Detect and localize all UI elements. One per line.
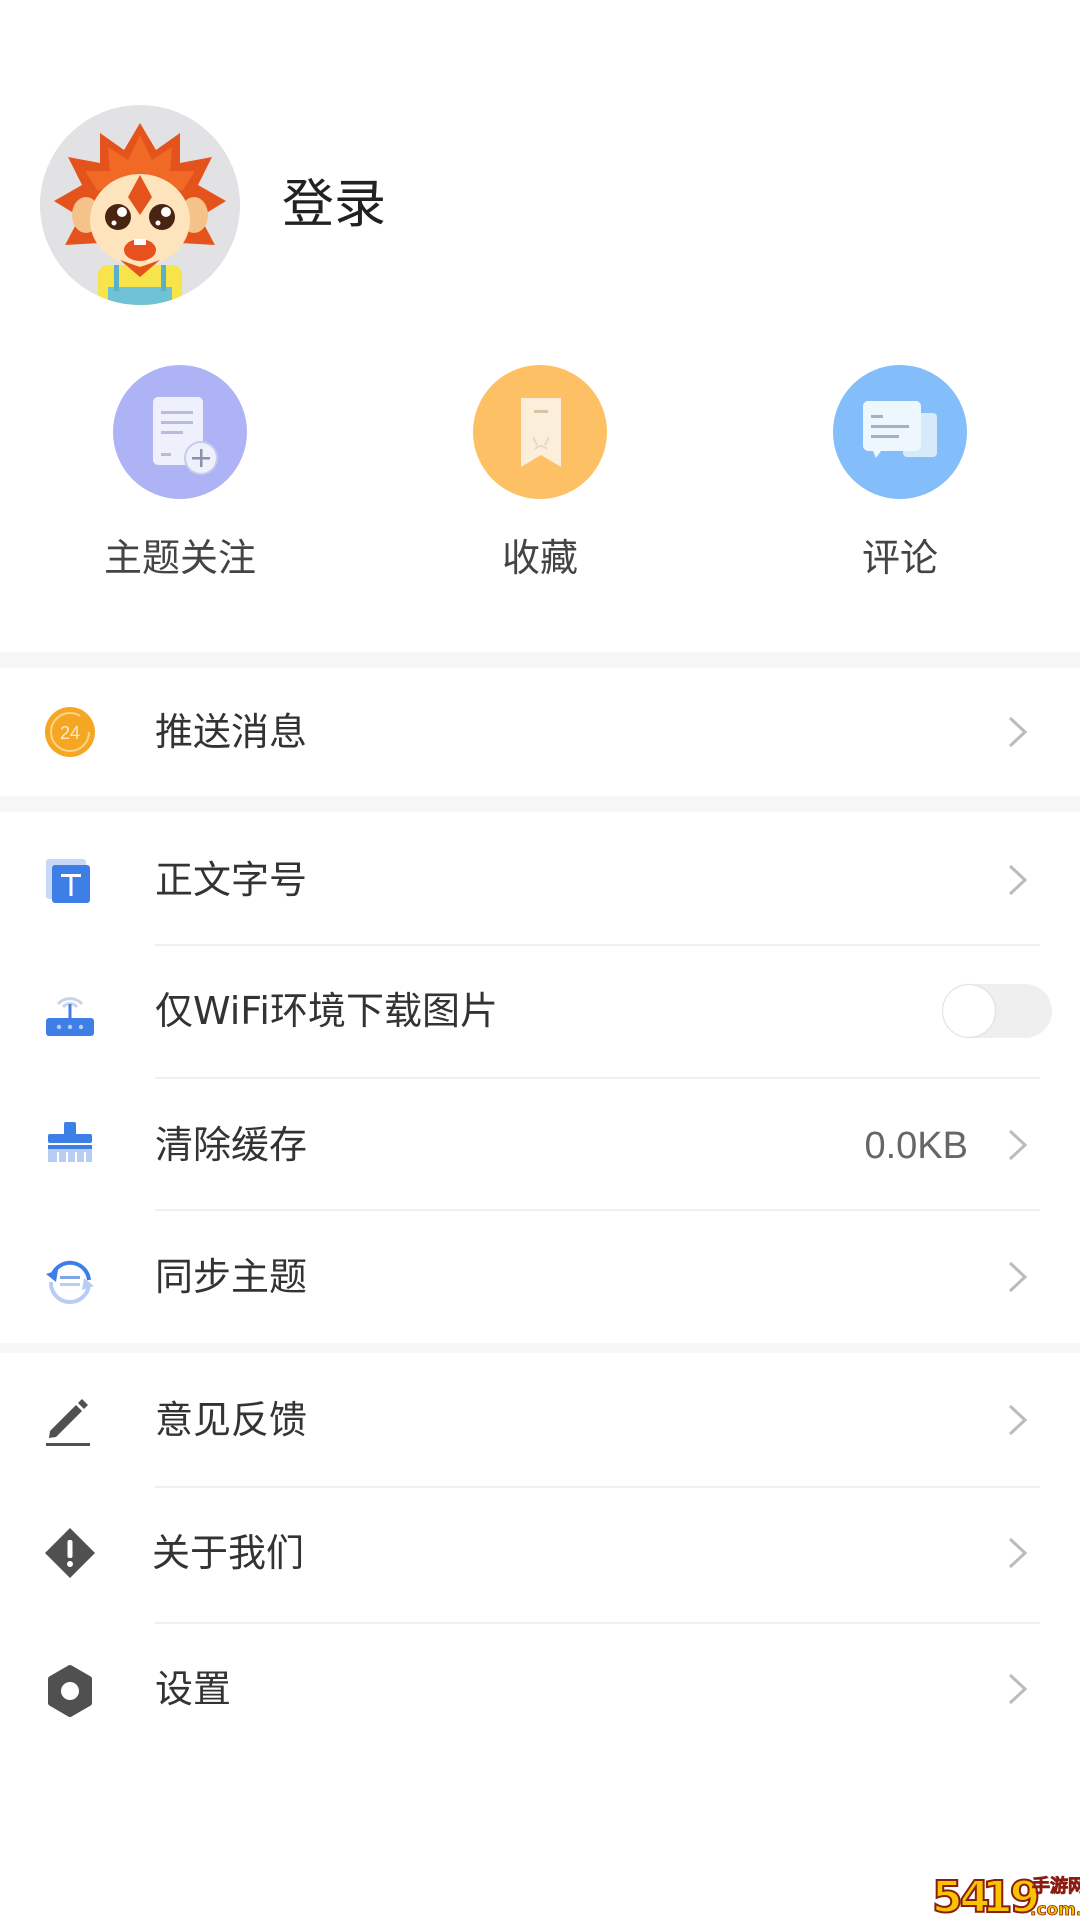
row-font-size[interactable]: 正文字号 [0,815,1080,945]
row-divider [155,1209,1040,1211]
cache-size-value: 0.0KB [864,1125,968,1167]
about-info-icon [40,1528,100,1578]
svg-text:.com.cn: .com.cn [1030,1900,1080,1920]
row-label: 关于我们 [152,1531,305,1575]
row-label: 仅WiFi环境下载图片 [155,989,498,1033]
sync-icon [40,1252,100,1305]
row-clear-cache[interactable]: 清除缓存 0.0KB [0,1080,1080,1210]
quick-action-topic-follow[interactable]: 主题关注 [60,360,300,590]
quick-action-label: 主题关注 [103,536,256,580]
chevron-right-icon [1008,1261,1028,1293]
bookmark-icon [473,365,607,499]
row-divider [155,1077,1040,1079]
quick-action-comment[interactable]: 评论 [780,360,1020,590]
watermark-logo: 54 19 手游网 .com.cn [931,1871,1080,1920]
topic-follow-icon [113,365,247,499]
svg-text:54: 54 [932,1872,989,1920]
section-separator [0,1343,1080,1353]
section-separator [0,796,1080,812]
clear-cache-icon [40,1120,100,1170]
row-label: 正文字号 [155,858,308,902]
wifi-router-icon [40,986,100,1036]
login-link[interactable]: 登录 [282,174,386,236]
quick-action-label: 收藏 [501,536,578,580]
row-label: 清除缓存 [155,1123,308,1167]
quick-action-bookmark[interactable]: 收藏 [420,360,660,590]
badge-number: 24 [60,723,80,743]
row-label: 同步主题 [155,1255,308,1299]
chevron-right-icon [1008,864,1028,896]
row-label: 设置 [155,1667,232,1711]
row-wifi-only-images: 仅WiFi环境下载图片 [0,946,1080,1076]
lion-mascot-icon [54,123,226,305]
chevron-right-icon [1008,1404,1028,1436]
profile-header: 登录 [0,0,1080,340]
quick-actions: 主题关注 收藏 评论 [0,360,1080,652]
feedback-pencil-icon [40,1395,100,1446]
chevron-right-icon [1008,1537,1028,1569]
avatar[interactable] [40,105,240,305]
row-push-messages[interactable]: 24 推送消息 [0,667,1080,797]
chevron-right-icon [1008,1673,1028,1705]
push-message-icon: 24 [40,707,100,757]
quick-action-label: 评论 [861,536,938,580]
chevron-right-icon [1008,716,1028,748]
row-label: 推送消息 [155,710,308,754]
wifi-only-toggle[interactable] [942,984,1052,1038]
svg-text:手游网: 手游网 [1032,1875,1080,1897]
settings-gear-icon [40,1664,100,1717]
section-separator [0,652,1080,668]
row-sync-topics[interactable]: 同步主题 [0,1212,1080,1342]
chevron-right-icon [1008,1129,1028,1161]
row-about-us[interactable]: 关于我们 [0,1488,1080,1618]
row-label: 意见反馈 [155,1398,308,1442]
toggle-knob [943,985,995,1037]
row-settings[interactable]: 设置 [0,1624,1080,1754]
row-feedback[interactable]: 意见反馈 [0,1355,1080,1485]
comment-icon [833,365,967,499]
font-size-icon [40,855,100,905]
